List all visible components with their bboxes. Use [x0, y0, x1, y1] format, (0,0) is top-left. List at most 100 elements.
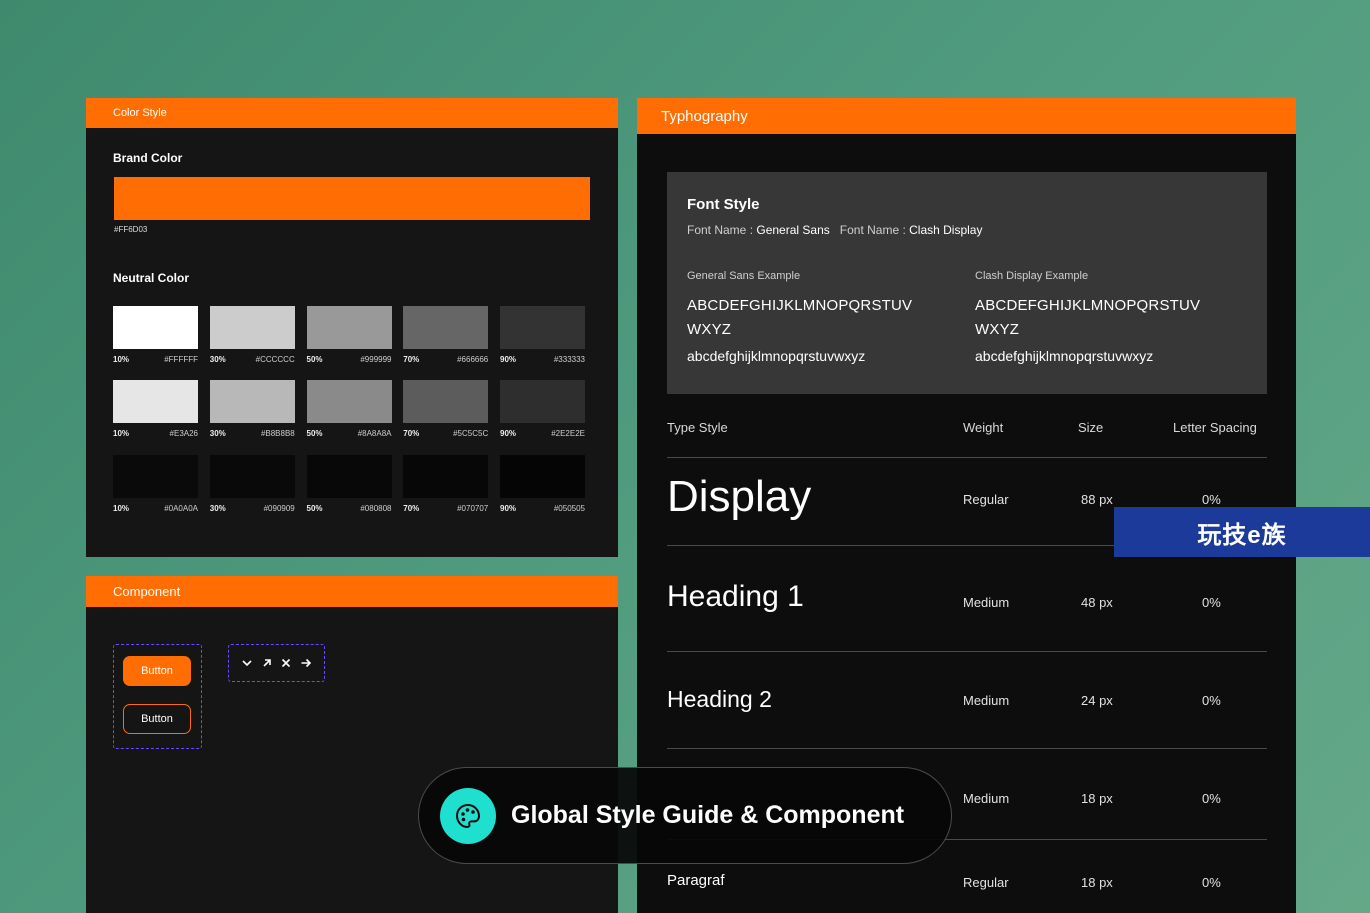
neutral-swatch[interactable]: 10% #0A0A0A	[113, 455, 198, 513]
neutral-swatch[interactable]: 50% #8A8A8A	[306, 380, 392, 438]
palette-icon	[440, 787, 496, 844]
neutral-swatch[interactable]: 30% #CCCCCC	[209, 306, 295, 364]
neutral-swatch[interactable]: 50% #080808	[306, 455, 392, 513]
neutral-swatch[interactable]: 70% #5C5C5C	[403, 380, 489, 438]
col-header-letter-spacing: Letter Spacing	[1173, 420, 1257, 435]
swatch-hex: #080808	[360, 504, 392, 513]
neutral-swatch-row-2: 10% #E3A26 30% #B8B8B8 50% #8A8A8A 70% #5C5C…	[113, 380, 585, 438]
button-variants-group: Button Button	[113, 644, 202, 749]
swatch-chip	[403, 380, 489, 423]
example-uppercase: ABCDEFGHIJKLMNOPQRSTUV	[975, 297, 1201, 314]
swatch-hex: #FFFFFF	[164, 355, 198, 364]
neutral-swatch[interactable]: 10% #FFFFFF	[113, 306, 198, 364]
neutral-color-label: Neutral Color	[113, 271, 190, 285]
swatch-percent: 50%	[306, 504, 323, 513]
type-spacing: 0%	[1202, 693, 1221, 708]
swatch-hex: #E3A26	[169, 429, 198, 438]
type-spacing: 0%	[1202, 595, 1221, 610]
swatch-hex: #0A0A0A	[164, 504, 198, 513]
type-spacing: 0%	[1202, 791, 1221, 806]
swatch-hex: #8A8A8A	[357, 429, 392, 438]
outline-button[interactable]: Button	[123, 704, 191, 734]
type-size: 88 px	[1081, 492, 1113, 507]
font-style-card: Font Style Font Name : General Sans Font…	[667, 172, 1267, 394]
type-size: 18 px	[1081, 875, 1113, 890]
table-divider	[667, 748, 1267, 749]
brand-color-swatch[interactable]	[114, 177, 590, 220]
swatch-percent: 10%	[113, 504, 130, 513]
type-weight: Regular	[963, 875, 1009, 890]
type-size: 48 px	[1081, 595, 1113, 610]
swatch-hex: #999999	[360, 355, 392, 364]
arrow-right-icon[interactable]	[299, 656, 313, 670]
chevron-down-icon[interactable]	[240, 656, 254, 670]
neutral-swatch-row-1: 10% #FFFFFF 30% #CCCCCC 50% #999999 70% #666…	[113, 306, 585, 364]
swatch-chip	[306, 306, 392, 349]
swatch-hex: #070707	[457, 504, 489, 513]
swatch-chip	[306, 455, 392, 498]
brand-color-label: Brand Color	[113, 151, 183, 165]
font-names-line: Font Name : General Sans Font Name : Cla…	[687, 223, 982, 237]
close-icon[interactable]	[279, 656, 293, 670]
neutral-swatch[interactable]: 30% #B8B8B8	[209, 380, 295, 438]
swatch-percent: 90%	[500, 355, 517, 364]
example-uppercase: ABCDEFGHIJKLMNOPQRSTUV	[687, 297, 913, 314]
swatch-percent: 90%	[500, 429, 517, 438]
swatch-hex: #CCCCCC	[255, 355, 295, 364]
general-sans-example: General Sans Example ABCDEFGHIJKLMNOPQRS…	[687, 270, 957, 364]
font-style-title: Font Style	[687, 196, 760, 213]
swatch-percent: 70%	[403, 355, 420, 364]
swatch-chip	[306, 380, 392, 423]
swatch-percent: 50%	[306, 429, 323, 438]
example-uppercase: WXYZ	[687, 321, 732, 338]
swatch-percent: 10%	[113, 355, 130, 364]
swatch-hex: #B8B8B8	[260, 429, 295, 438]
col-header-type-style: Type Style	[667, 420, 728, 435]
neutral-swatch[interactable]: 90% #333333	[500, 306, 585, 364]
type-row-paragraf: Paragraf Regular 18 px 0%	[667, 871, 1267, 901]
neutral-swatch[interactable]: 50% #999999	[306, 306, 392, 364]
neutral-swatch[interactable]: 70% #070707	[403, 455, 489, 513]
swatch-hex: #090909	[263, 504, 295, 513]
swatch-percent: 30%	[209, 355, 226, 364]
swatch-chip	[209, 306, 295, 349]
table-divider	[667, 651, 1267, 652]
type-sample: Heading 2	[667, 686, 772, 712]
neutral-swatch[interactable]: 70% #666666	[403, 306, 489, 364]
example-uppercase: WXYZ	[975, 321, 1020, 338]
swatch-hex: #333333	[553, 355, 585, 364]
neutral-swatch[interactable]: 30% #090909	[209, 455, 295, 513]
swatch-percent: 70%	[403, 504, 420, 513]
color-style-panel: Color Style Brand Color #FF6D03 Neutral …	[86, 98, 618, 557]
example-lowercase: abcdefghijklmnopqrstuvwxyz	[687, 348, 866, 364]
font-name-label: Font Name :	[839, 223, 910, 237]
component-header: Component	[86, 576, 618, 607]
type-sample: Heading 1	[667, 580, 804, 613]
typography-header: Typhography	[637, 98, 1296, 134]
brand-color-hex: #FF6D03	[114, 225, 148, 234]
example-label: General Sans Example	[687, 270, 801, 282]
swatch-chip	[500, 455, 585, 498]
primary-button[interactable]: Button	[123, 656, 191, 686]
swatch-chip	[209, 455, 295, 498]
type-sample: Display	[667, 472, 812, 521]
type-spacing: 0%	[1202, 492, 1221, 507]
neutral-swatch[interactable]: 90% #2E2E2E	[500, 380, 585, 438]
type-size: 24 px	[1081, 693, 1113, 708]
swatch-chip	[403, 455, 489, 498]
swatch-chip	[403, 306, 489, 349]
neutral-swatch[interactable]: 10% #E3A26	[113, 380, 198, 438]
type-row-heading-1: Heading 1 Medium 48 px 0%	[667, 580, 1267, 620]
type-spacing: 0%	[1202, 875, 1221, 890]
neutral-swatch[interactable]: 90% #050505	[500, 455, 585, 513]
swatch-hex: #666666	[457, 355, 489, 364]
swatch-chip	[209, 380, 295, 423]
type-size: 18 px	[1081, 791, 1113, 806]
swatch-percent: 10%	[113, 429, 130, 438]
color-style-header: Color Style	[86, 98, 618, 128]
swatch-chip	[500, 306, 585, 349]
swatch-percent: 30%	[209, 429, 226, 438]
arrow-up-right-icon[interactable]	[260, 656, 274, 670]
type-weight: Medium	[963, 693, 1010, 708]
type-weight: Regular	[963, 492, 1009, 507]
